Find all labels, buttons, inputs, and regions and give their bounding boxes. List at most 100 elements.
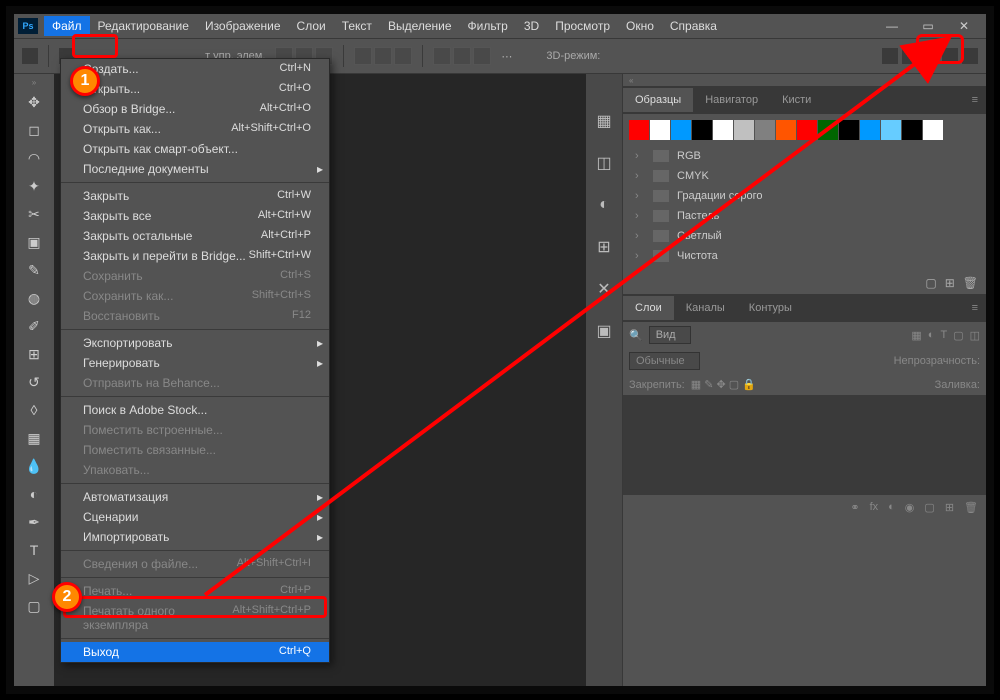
- menu-help[interactable]: Справка: [662, 16, 725, 36]
- properties-icon[interactable]: ⊞: [593, 236, 615, 258]
- swatch-folder[interactable]: ›Пастель: [629, 206, 980, 226]
- pan-icon[interactable]: [902, 48, 918, 64]
- type-tool[interactable]: T: [14, 536, 54, 564]
- brush-tool[interactable]: ✐: [14, 312, 54, 340]
- paths-tab[interactable]: Контуры: [737, 296, 804, 320]
- gradient-tool[interactable]: ▦: [14, 424, 54, 452]
- filter-adjust-icon[interactable]: ◐: [928, 329, 935, 342]
- stamp-tool[interactable]: ⊞: [14, 340, 54, 368]
- filter-smart-icon[interactable]: ◫: [970, 329, 980, 342]
- panel-menu-icon[interactable]: ≡: [972, 94, 986, 106]
- delete-swatch-icon[interactable]: 🗑: [963, 276, 978, 290]
- swatch[interactable]: [713, 120, 733, 140]
- distribute-icons[interactable]: [354, 47, 412, 65]
- menu-file[interactable]: Файл: [44, 16, 90, 36]
- menu-window[interactable]: Окно: [618, 16, 662, 36]
- menu-filter[interactable]: Фильтр: [460, 16, 516, 36]
- delete-icon[interactable]: 🗑: [964, 501, 978, 514]
- menu-item[interactable]: ЗакрытьCtrl+W: [61, 186, 329, 206]
- swatch[interactable]: [797, 120, 817, 140]
- menu-item[interactable]: Генерировать: [61, 353, 329, 373]
- zoom-icon[interactable]: [942, 48, 958, 64]
- filter-pixel-icon[interactable]: ▦: [911, 329, 921, 342]
- swatch-folder[interactable]: ›Чистота: [629, 246, 980, 266]
- fx-icon[interactable]: fx: [870, 501, 879, 514]
- menu-item[interactable]: ВыходCtrl+Q: [61, 642, 329, 662]
- home-icon[interactable]: [22, 48, 38, 64]
- adj-icon[interactable]: ◉: [905, 501, 915, 514]
- eyedropper-tool[interactable]: ✎: [14, 256, 54, 284]
- dodge-tool[interactable]: ◐: [14, 480, 54, 508]
- menu-text[interactable]: Текст: [334, 16, 380, 36]
- menu-item[interactable]: Открыть...Ctrl+O: [61, 79, 329, 99]
- swatch[interactable]: [650, 120, 670, 140]
- menu-view[interactable]: Просмотр: [547, 16, 618, 36]
- menu-layers[interactable]: Слои: [289, 16, 334, 36]
- new-folder-icon[interactable]: ▢: [925, 276, 936, 290]
- swatch[interactable]: [818, 120, 838, 140]
- crop-tool[interactable]: ✂: [14, 200, 54, 228]
- lock-icons[interactable]: ▦ ✎ ✥ ▢ 🔒: [691, 378, 756, 391]
- menu-select[interactable]: Выделение: [380, 16, 460, 36]
- marquee-tool[interactable]: ◻: [14, 116, 54, 144]
- swatch[interactable]: [839, 120, 859, 140]
- brushes-tab[interactable]: Кисти: [770, 88, 823, 112]
- new-swatch-icon[interactable]: ⊞: [945, 276, 955, 290]
- menu-item[interactable]: Импортировать: [61, 527, 329, 547]
- move3d-icon[interactable]: [922, 48, 938, 64]
- window-close-button[interactable]: ✕: [946, 14, 982, 38]
- navigator-tab[interactable]: Навигатор: [693, 88, 770, 112]
- screenmode-icon[interactable]: [962, 48, 978, 64]
- menu-item[interactable]: Обзор в Bridge...Alt+Ctrl+O: [61, 99, 329, 119]
- swatch-folder[interactable]: ›RGB: [629, 146, 980, 166]
- layer-filter-dropdown[interactable]: Вид: [649, 326, 691, 344]
- swatch[interactable]: [776, 120, 796, 140]
- swatch[interactable]: [734, 120, 754, 140]
- mask-icon[interactable]: ◐: [888, 501, 895, 514]
- history-brush-tool[interactable]: ↺: [14, 368, 54, 396]
- layers-list[interactable]: [623, 395, 986, 495]
- swatch[interactable]: [881, 120, 901, 140]
- newlayer-icon[interactable]: ⊞: [945, 501, 954, 514]
- swatch[interactable]: [860, 120, 880, 140]
- menu-3d[interactable]: 3D: [516, 16, 547, 36]
- filter-type-icon[interactable]: T: [940, 329, 947, 342]
- menu-item[interactable]: Экспортировать: [61, 333, 329, 353]
- link-icon[interactable]: ⚭: [850, 501, 859, 514]
- swatch-folder[interactable]: ›Светлый: [629, 226, 980, 246]
- eraser-tool[interactable]: ◊: [14, 396, 54, 424]
- swatch[interactable]: [923, 120, 943, 140]
- blur-tool[interactable]: 💧: [14, 452, 54, 480]
- channels-tab[interactable]: Каналы: [674, 296, 737, 320]
- group-icon[interactable]: ▢: [924, 501, 934, 514]
- filter-shape-icon[interactable]: ▢: [953, 329, 963, 342]
- swatch[interactable]: [755, 120, 775, 140]
- menu-item[interactable]: Закрыть и перейти в Bridge...Shift+Ctrl+…: [61, 246, 329, 266]
- swatch[interactable]: [629, 120, 649, 140]
- menu-image[interactable]: Изображение: [197, 16, 289, 36]
- blend-mode-dropdown[interactable]: Обычные: [629, 352, 700, 370]
- path-tool[interactable]: ▷: [14, 564, 54, 592]
- align-icons-2[interactable]: [433, 47, 491, 65]
- menu-item[interactable]: Создать...Ctrl+N: [61, 59, 329, 79]
- menu-item[interactable]: Открыть как смарт-объект...: [61, 139, 329, 159]
- layers-menu-icon[interactable]: ≡: [972, 302, 986, 314]
- window-maximize-button[interactable]: ▭: [910, 14, 946, 38]
- layers-tab[interactable]: Слои: [623, 296, 674, 320]
- pen-tool[interactable]: ✒: [14, 508, 54, 536]
- menu-item[interactable]: Автоматизация: [61, 487, 329, 507]
- lasso-tool[interactable]: ◠: [14, 144, 54, 172]
- menu-item[interactable]: Закрыть остальныеAlt+Ctrl+P: [61, 226, 329, 246]
- swatch[interactable]: [671, 120, 691, 140]
- color-panel-icon[interactable]: ▦: [593, 110, 615, 132]
- swatch-folder[interactable]: ›CMYK: [629, 166, 980, 186]
- wand-tool[interactable]: ✦: [14, 172, 54, 200]
- window-minimize-button[interactable]: —: [874, 14, 910, 38]
- heal-tool[interactable]: ◍: [14, 284, 54, 312]
- menu-item[interactable]: Закрыть всеAlt+Ctrl+W: [61, 206, 329, 226]
- menu-edit[interactable]: Редактирование: [90, 16, 197, 36]
- menu-item[interactable]: Сценарии: [61, 507, 329, 527]
- swatch-folder[interactable]: ›Градации серого: [629, 186, 980, 206]
- shape-tool[interactable]: ▢: [14, 592, 54, 620]
- menu-item[interactable]: Открыть как...Alt+Shift+Ctrl+O: [61, 119, 329, 139]
